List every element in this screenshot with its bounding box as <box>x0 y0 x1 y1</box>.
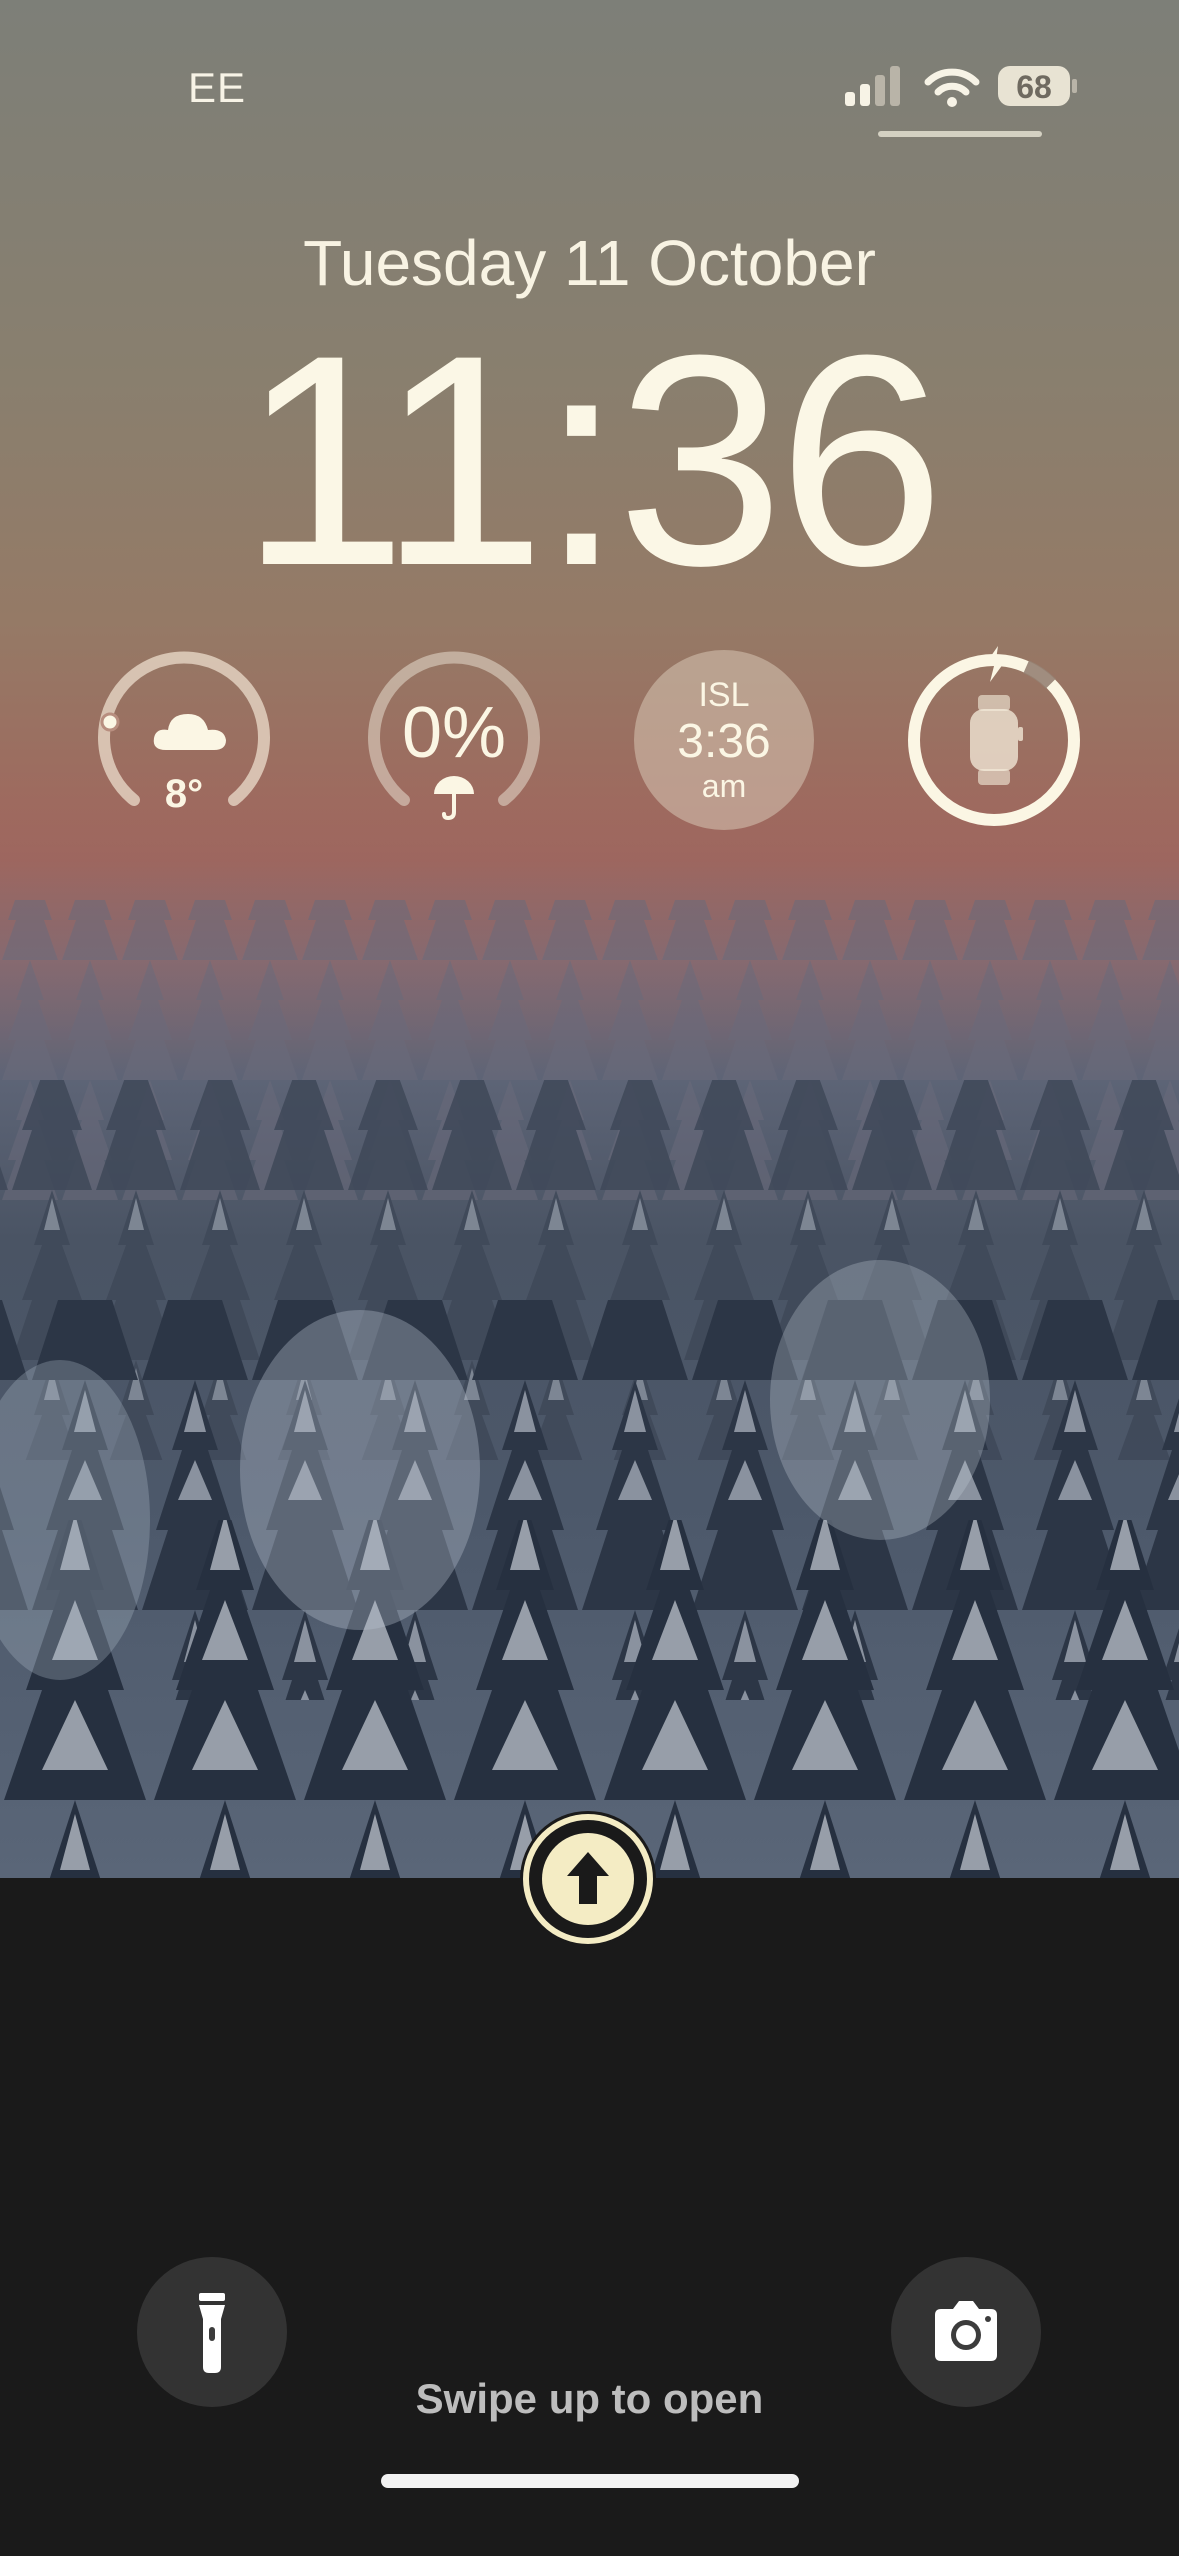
lock-time: 11:36 <box>240 292 944 628</box>
unlock-up-button[interactable] <box>517 1808 659 1950</box>
status-icons: 68 <box>840 60 1080 116</box>
arrow-up-icon <box>520 1811 656 1947</box>
rain-chance-value: 0% <box>401 693 507 773</box>
cloud-icon <box>153 714 226 750</box>
world-clock-period: am <box>701 768 747 804</box>
lock-screen: EE 68 Tuesday 11 October 11:36 8° 0% ISL… <box>0 0 1179 2556</box>
carrier-label: EE <box>188 64 247 111</box>
world-clock-city: ISL <box>698 676 750 714</box>
wifi-icon <box>924 68 980 107</box>
weather-temperature: 8° <box>164 772 204 816</box>
battery-level: 68 <box>1016 69 1052 105</box>
rain-chance-widget[interactable]: 0% <box>364 650 544 830</box>
world-clock-time: 3:36 <box>677 715 771 768</box>
watch-battery-widget[interactable] <box>904 646 1084 830</box>
home-indicator[interactable] <box>381 2474 799 2488</box>
apple-watch-icon <box>970 695 1023 785</box>
notification-center-indicator[interactable] <box>878 131 1042 137</box>
battery-cap <box>1072 79 1077 93</box>
cellular-signal-icon <box>845 66 900 106</box>
world-clock-widget[interactable]: ISL 3:36 am <box>634 650 814 830</box>
bolt-icon <box>984 646 1006 682</box>
umbrella-icon <box>434 776 474 821</box>
weather-widget[interactable]: 8° <box>94 650 274 830</box>
battery-indicator: 68 <box>998 66 1070 106</box>
bottom-panel <box>0 1878 1179 2556</box>
swipe-up-hint: Swipe up to open <box>415 2375 764 2422</box>
lock-date: Tuesday 11 October <box>303 227 876 299</box>
